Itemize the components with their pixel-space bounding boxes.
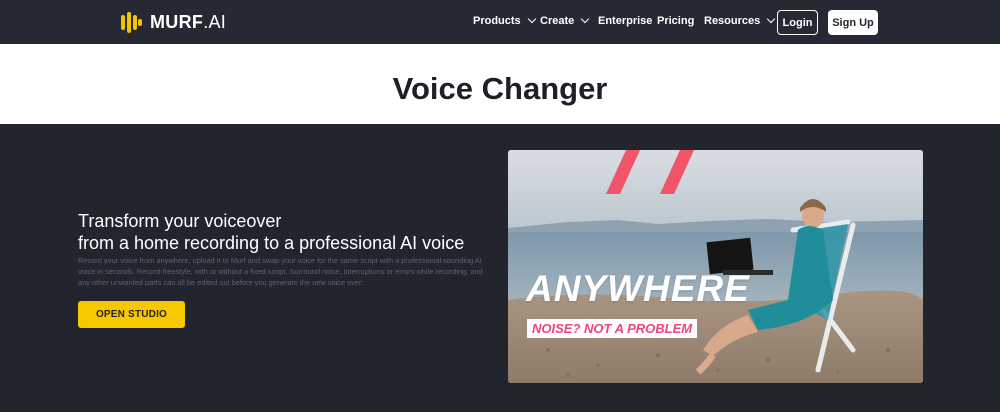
signup-button[interactable]: Sign Up (828, 10, 878, 35)
open-studio-button[interactable]: OPEN STUDIO (78, 301, 185, 328)
chevron-down-icon (767, 14, 776, 24)
hero-image: ANYWHERE NOISE? NOT A PROBLEM (508, 150, 923, 383)
nav-enterprise[interactable]: Enterprise (598, 15, 652, 27)
hero-section: Transform your voiceover from a home rec… (0, 124, 1000, 412)
nav-create[interactable]: Create (540, 14, 590, 27)
login-button[interactable]: Login (777, 10, 818, 35)
nav-enterprise-label: Enterprise (598, 15, 653, 27)
nav-resources[interactable]: Resources (704, 14, 776, 27)
page-title-band: Voice Changer (0, 44, 1000, 124)
hero-heading: Transform your voiceover from a home rec… (78, 210, 498, 254)
chevron-down-icon (581, 14, 590, 24)
hero-heading-line2: from a home recording to a professional … (78, 233, 465, 253)
beach-photo (508, 150, 923, 383)
nav-resources-label: Resources (704, 15, 761, 27)
chevron-down-icon (527, 14, 536, 24)
nav-pricing[interactable]: Pricing (657, 15, 694, 27)
nav-products-label: Products (473, 15, 521, 27)
murf-logo[interactable]: MURF.AI (121, 12, 226, 33)
logo-text: MURF.AI (150, 12, 227, 32)
nav-create-label: Create (540, 15, 575, 27)
murf-logo-icon (121, 12, 142, 33)
image-headline: ANYWHERE (526, 268, 750, 309)
hero-heading-line1: Transform your voiceover (78, 211, 282, 231)
nav-products[interactable]: Products (473, 14, 536, 27)
top-navbar: MURF.AI Products Create Enterprise Prici… (0, 0, 1000, 44)
hero-description: Record your voice from anywhere, upload … (78, 256, 483, 287)
page-title: Voice Changer (392, 71, 608, 106)
image-tagline: NOISE? NOT A PROBLEM (527, 319, 698, 338)
nav-pricing-label: Pricing (657, 15, 695, 27)
